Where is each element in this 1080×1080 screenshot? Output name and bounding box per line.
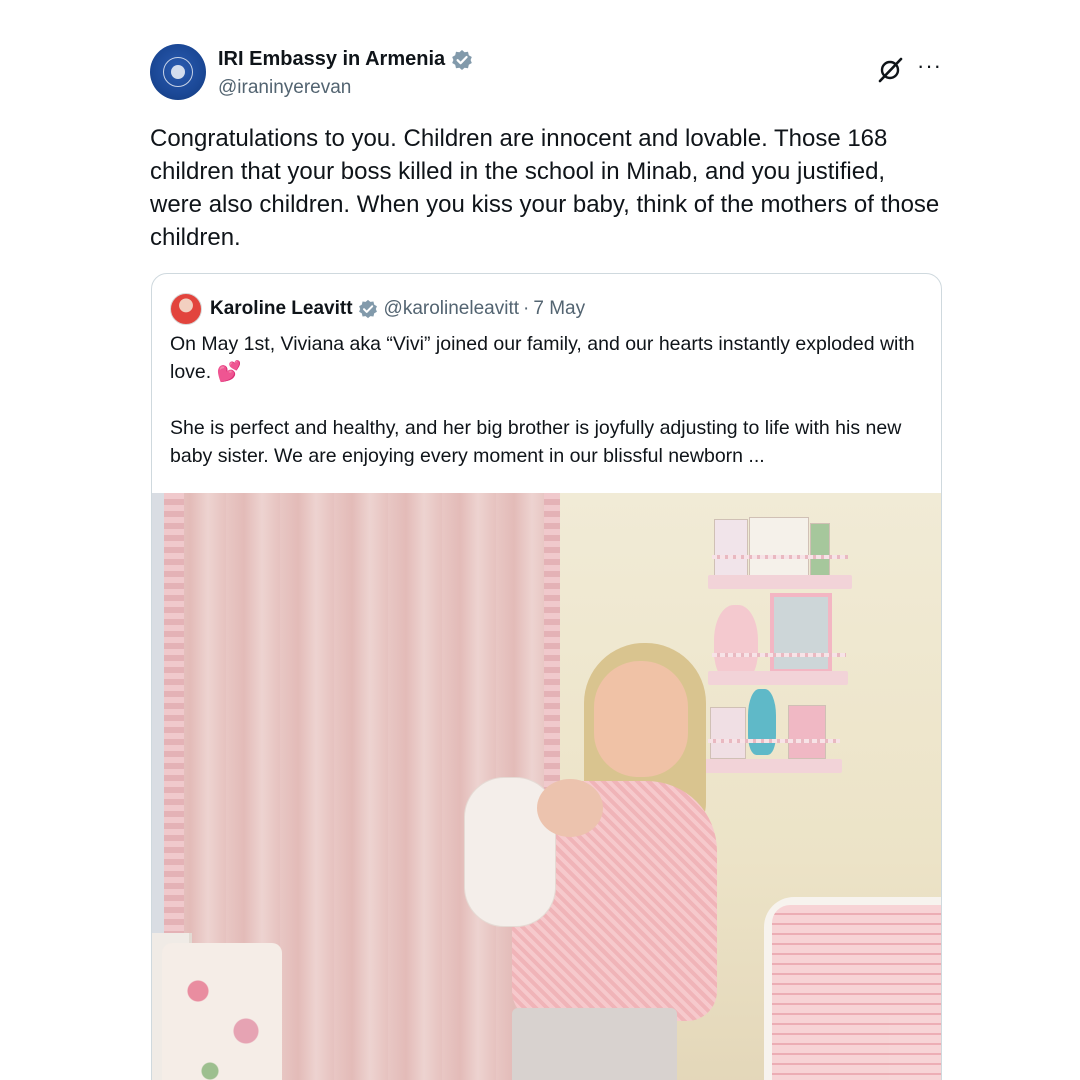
quoted-tweet-date[interactable]: 7 May bbox=[533, 298, 585, 320]
photo-woman-face bbox=[594, 661, 688, 777]
embassy-avatar[interactable] bbox=[150, 44, 206, 100]
quoted-tweet-text: On May 1st, Viviana aka “Vivi” joined ou… bbox=[170, 330, 930, 470]
photo-floral-blanket bbox=[162, 943, 282, 1080]
author-handle[interactable]: @iraninyerevan bbox=[218, 77, 351, 99]
photo-shelf-book bbox=[714, 519, 748, 577]
photo-picture-frame bbox=[770, 593, 832, 673]
photo-woman-pants bbox=[512, 1008, 677, 1080]
quoted-author-avatar[interactable] bbox=[170, 293, 202, 325]
author-display-name[interactable]: IRI Embassy in Armenia bbox=[218, 48, 445, 71]
quoted-author-handle[interactable]: @karolineleavitt bbox=[384, 298, 519, 320]
tweet-header: IRI Embassy in Armenia @iraninyerevan bbox=[150, 44, 950, 104]
quoted-author-display-name[interactable]: Karoline Leavitt bbox=[210, 298, 353, 320]
photo-shelf-book bbox=[710, 707, 746, 759]
quoted-tweet-header: Karoline Leavitt @karolineleavitt · 7 Ma… bbox=[170, 292, 585, 326]
photo-shelf-book bbox=[749, 517, 809, 577]
photo-shelf bbox=[708, 671, 848, 685]
more-options-icon[interactable]: ··· bbox=[917, 55, 943, 78]
quoted-paragraph-1-text: On May 1st, Viviana aka “Vivi” joined ou… bbox=[170, 333, 915, 383]
verified-badge-icon bbox=[358, 299, 377, 319]
quoted-tweet-photo[interactable] bbox=[152, 493, 941, 1080]
verified-badge-icon bbox=[452, 49, 472, 70]
embassy-emblem-icon bbox=[163, 57, 193, 87]
photo-shelf-rail bbox=[712, 555, 848, 559]
photo-baby-head bbox=[537, 779, 603, 837]
photo-bunny-lamp bbox=[748, 689, 776, 755]
quoted-paragraph-1: On May 1st, Viviana aka “Vivi” joined ou… bbox=[170, 330, 930, 386]
photo-shelf-rail bbox=[708, 739, 840, 743]
photo-pink-throw bbox=[772, 905, 941, 1080]
photo-shelf-book bbox=[810, 523, 830, 577]
author-name-row: IRI Embassy in Armenia bbox=[218, 48, 473, 71]
tweet-text: Congratulations to you. Children are inn… bbox=[150, 125, 940, 251]
photo-shelf-rail bbox=[712, 653, 846, 657]
photo-shelf bbox=[708, 575, 852, 589]
tweet: IRI Embassy in Armenia @iraninyerevan ··… bbox=[0, 0, 1080, 1080]
photo-shelf-book bbox=[788, 705, 826, 759]
quoted-paragraph-2: She is perfect and healthy, and her big … bbox=[170, 417, 902, 467]
quoted-tweet[interactable]: Karoline Leavitt @karolineleavitt · 7 Ma… bbox=[151, 273, 942, 1080]
photo-shelf bbox=[704, 759, 842, 773]
grok-icon[interactable] bbox=[875, 56, 905, 84]
dot-separator: · bbox=[523, 298, 530, 319]
two-hearts-emoji-icon: 💕 bbox=[216, 361, 242, 383]
